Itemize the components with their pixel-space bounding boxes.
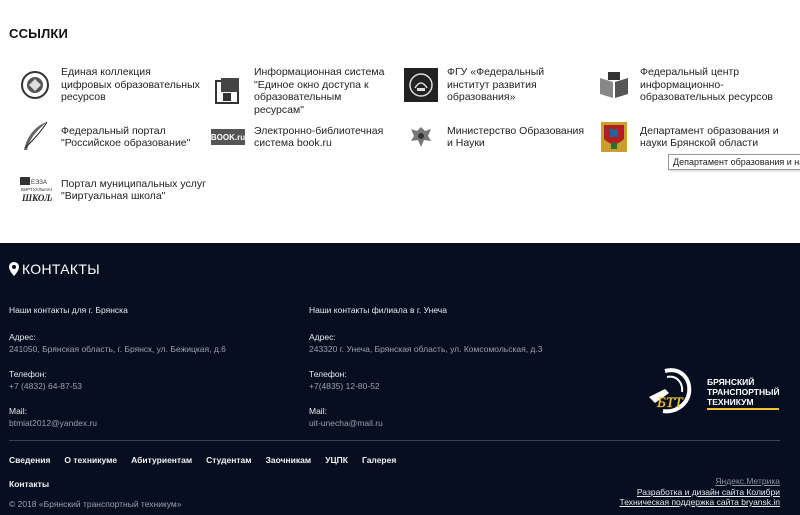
tooltip: Департамент образования и науки (668, 154, 800, 170)
link-item-bookru[interactable]: BOOK.ru Электронно-библиотечная система … (210, 119, 394, 155)
link-item-collection[interactable]: Единая коллекция цифровых образовательны… (17, 66, 201, 104)
support-link[interactable]: Техническая поддержка сайта bryansk.in (620, 497, 781, 508)
unecha-phone[interactable]: +7(4835) 12-80-52 (309, 381, 380, 391)
bryansk-mail-label: Mail: (9, 406, 27, 416)
contacts-bryansk: Наши контакты для г. Брянска (9, 305, 128, 315)
bryansk-heading: Наши контакты для г. Брянска (9, 305, 128, 315)
link-item-window[interactable]: Информационная система "Единое окно дост… (210, 66, 394, 116)
bookru-icon: BOOK.ru (210, 119, 246, 155)
bryansk-phone[interactable]: +7 (4832) 64-87-53 (9, 381, 82, 391)
logo-underline (707, 408, 779, 410)
link-text-portal: Федеральный портал "Российское образован… (61, 124, 191, 150)
unecha-address: 243320 г. Унеча, Брянская область, ул. К… (309, 344, 543, 354)
nav-item-gallery[interactable]: Галерея (362, 455, 396, 465)
unecha-mail-block: Mail: uit-unecha@mail.ru (309, 406, 383, 428)
coat-of-arms-icon (596, 119, 632, 155)
bryansk-mail[interactable]: btmiat2012@yandex.ru (9, 418, 97, 428)
link-text-department: Департамент образования и науки Брянской… (640, 124, 779, 150)
book-icon (596, 67, 632, 103)
link-text-virtual-school: Портал муниципальных услуг "Виртуальная … (61, 177, 206, 203)
link-text-ministry: Министерство Образования и Науки (447, 124, 585, 150)
feather-icon (17, 119, 53, 155)
link-item-department[interactable]: Департамент образования и науки Брянской… (596, 119, 790, 155)
link-item-virtual-school[interactable]: ЕЭЗАВИРТУАЛЬНАЯШКОЛА Портал муниципальны… (17, 172, 221, 208)
svg-text:ВИРТУАЛЬНАЯ: ВИРТУАЛЬНАЯ (21, 187, 52, 192)
nav-item-contacts[interactable]: Контакты (9, 479, 49, 489)
bryansk-address-label: Адрес: (9, 332, 36, 342)
unecha-heading: Наши контакты филиала в г. Унеча (309, 305, 447, 315)
footer-divider (9, 440, 780, 441)
footer-nav: Сведения О техникуме Абитуриентам Студен… (9, 455, 410, 465)
contacts-title-text: КОНТАКТЫ (22, 261, 100, 277)
link-item-portal[interactable]: Федеральный портал "Российское образован… (17, 119, 201, 155)
nav-item-about[interactable]: О техникуме (64, 455, 117, 465)
link-text-bookru: Электронно-библиотечная система book.ru (254, 124, 384, 150)
unecha-phone-label: Телефон: (309, 369, 347, 379)
unecha-address-block: Адрес: 243320 г. Унеча, Брянская область… (309, 332, 542, 354)
contacts-unecha: Наши контакты филиала в г. Унеча (309, 305, 447, 315)
svg-text:ШКОЛА: ШКОЛА (21, 193, 52, 203)
yandex-metrika-link[interactable]: Яндекс.Метрика (620, 476, 780, 487)
nav-item-students[interactable]: Студентам (206, 455, 251, 465)
unecha-mail-label: Mail: (309, 406, 327, 416)
collection-icon (17, 67, 53, 103)
contacts-title: КОНТАКТЫ (9, 261, 100, 277)
svg-text:ЕЭЗА: ЕЭЗА (31, 180, 47, 186)
link-item-firo[interactable]: ФГУ «Федеральный институт развития образ… (403, 66, 587, 104)
contacts-section: КОНТАКТЫ Наши контакты для г. Брянска Ад… (0, 243, 800, 515)
nav-item-applicants[interactable]: Абитуриентам (131, 455, 192, 465)
logo-line3: ТЕХНИКУМ (707, 397, 754, 407)
bryansk-phone-label: Телефон: (9, 369, 47, 379)
link-text-firo: ФГУ «Федеральный институт развития образ… (447, 66, 545, 103)
link-text-fcior: Федеральный центр информационно-образова… (640, 66, 773, 103)
window-icon (210, 73, 246, 109)
svg-text:BOOK.ru: BOOK.ru (211, 133, 245, 142)
bryansk-address: 241050, Брянская область, г. Брянск, ул.… (9, 344, 226, 354)
logo-abbr: БТТ (656, 395, 684, 411)
link-item-ministry[interactable]: Министерство Образования и Науки (403, 119, 587, 155)
links-title: ССЫЛКИ (9, 26, 69, 41)
nav-item-extramural[interactable]: Заочникам (266, 455, 312, 465)
link-text-window: Информационная система "Единое окно дост… (254, 66, 385, 116)
logo-line2: ТРАНСПОРТНЫЙ (707, 386, 780, 397)
link-item-fcior[interactable]: Федеральный центр информационно-образова… (596, 66, 790, 104)
unecha-phone-block: Телефон: +7(4835) 12-80-52 (309, 369, 380, 391)
firo-icon (403, 67, 439, 103)
footer-credits: Яндекс.Метрика Разработка и дизайн сайта… (620, 476, 781, 508)
eagle-icon (403, 119, 439, 155)
nav-item-ucpk[interactable]: УЦПК (325, 455, 348, 465)
bryansk-mail-block: Mail: btmiat2012@yandex.ru (9, 406, 97, 428)
unecha-mail[interactable]: uit-unecha@mail.ru (309, 418, 383, 428)
unecha-address-label: Адрес: (309, 332, 336, 342)
map-marker-icon (9, 262, 19, 276)
bryansk-phone-block: Телефон: +7 (4832) 64-87-53 (9, 369, 82, 391)
link-text-collection: Единая коллекция цифровых образовательны… (61, 66, 200, 103)
bryansk-address-block: Адрес: 241050, Брянская область, г. Брян… (9, 332, 226, 354)
developer-link[interactable]: Разработка и дизайн сайта Колибри (620, 487, 780, 498)
college-logo[interactable]: БТТ БРЯНСКИЙ ТРАНСПОРТНЫЙ ТЕХНИКУМ (645, 367, 785, 417)
virtual-school-icon: ЕЭЗАВИРТУАЛЬНАЯШКОЛА (17, 172, 53, 208)
nav-item-info[interactable]: Сведения (9, 455, 50, 465)
logo-line1: БРЯНСКИЙ (707, 376, 754, 387)
links-section: ССЫЛКИ Единая коллекция цифровых образов… (0, 0, 800, 243)
copyright: © 2018 «Брянский транспортный техникум» (9, 499, 182, 509)
